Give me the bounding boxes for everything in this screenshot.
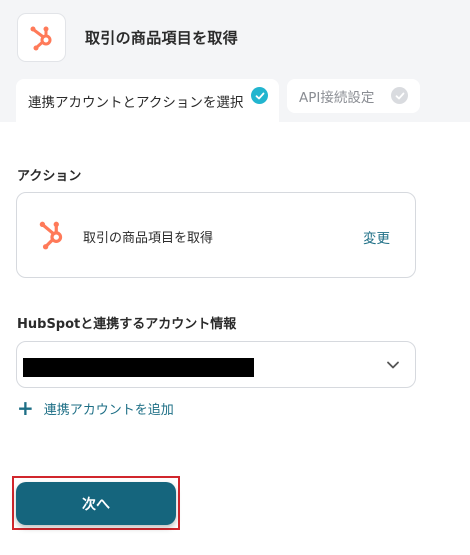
tab-label: 連携アカウントとアクションを選択 bbox=[28, 94, 244, 111]
hubspot-icon bbox=[39, 221, 63, 250]
tab-api-settings[interactable]: API接続設定 bbox=[287, 79, 420, 113]
page-title: 取引の商品項目を取得 bbox=[85, 29, 239, 47]
redacted-account-value bbox=[23, 358, 254, 377]
tab-select-account-action[interactable]: 連携アカウントとアクションを選択 bbox=[16, 79, 279, 122]
action-card: 取引の商品項目を取得 変更 bbox=[16, 192, 416, 278]
action-name: 取引の商品項目を取得 bbox=[83, 231, 214, 246]
check-icon bbox=[391, 87, 408, 104]
plus-icon: + bbox=[17, 396, 34, 420]
change-action-link[interactable]: 変更 bbox=[363, 227, 390, 247]
check-icon bbox=[251, 87, 268, 104]
chevron-down-icon bbox=[387, 361, 399, 369]
action-section-label: アクション bbox=[17, 169, 82, 184]
header: 取引の商品項目を取得 連携アカウントとアクションを選択 API接続設定 bbox=[0, 0, 470, 122]
account-section-label: HubSpotと連携するアカウント情報 bbox=[17, 317, 237, 332]
account-select[interactable] bbox=[16, 341, 416, 388]
next-button[interactable]: 次へ bbox=[16, 482, 176, 525]
hubspot-icon bbox=[30, 26, 51, 50]
add-account-label: 連携アカウントを追加 bbox=[43, 402, 174, 418]
tab-label: API接続設定 bbox=[299, 90, 375, 106]
add-account-link[interactable]: + 連携アカウントを追加 bbox=[17, 398, 174, 418]
app-icon-container bbox=[17, 13, 66, 62]
